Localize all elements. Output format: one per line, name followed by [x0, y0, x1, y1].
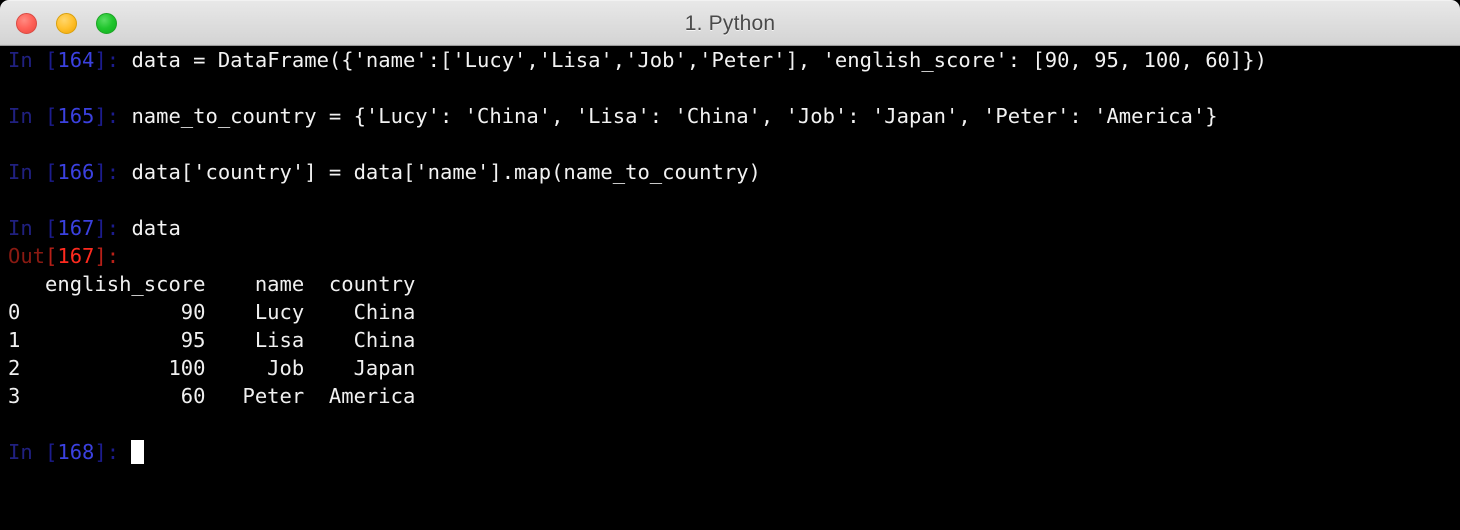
window-title: 1. Python	[684, 12, 776, 35]
terminal-input-line: In [166]: data['country'] = data['name']…	[0, 158, 1460, 186]
terminal-output-text: english_score name country	[8, 272, 416, 296]
text-cursor	[131, 440, 144, 464]
in-prompt-close-bracket: ]:	[94, 216, 132, 240]
in-prompt-number: 166	[57, 160, 95, 184]
in-prompt-close-bracket: ]:	[94, 48, 132, 72]
terminal-output-text: 0 90 Lucy China	[8, 300, 416, 324]
terminal-input-line: In [167]: data	[0, 214, 1460, 242]
terminal-input-line: In [165]: name_to_country = {'Lucy': 'Ch…	[0, 102, 1460, 130]
terminal-output-text: 3 60 Peter America	[8, 384, 416, 408]
terminal-output-line: 2 100 Job Japan	[0, 354, 1460, 382]
terminal-output-line: 0 90 Lucy China	[0, 298, 1460, 326]
in-prompt-open-bracket: [	[32, 104, 58, 128]
terminal-output-line: 1 95 Lisa China	[0, 326, 1460, 354]
in-prompt-label: In	[8, 160, 33, 184]
in-prompt-label: In	[8, 104, 33, 128]
in-prompt-close-bracket: ]:	[94, 104, 132, 128]
in-prompt-close-bracket: ]:	[94, 160, 132, 184]
terminal-output-line: 3 60 Peter America	[0, 382, 1460, 410]
in-prompt-label: In	[8, 440, 33, 464]
window-titlebar[interactable]: 1. Python	[0, 0, 1460, 46]
terminal-output-text: 2 100 Job Japan	[8, 356, 416, 380]
out-prompt-label: Out	[8, 244, 46, 268]
out-prompt-number: 167	[57, 244, 95, 268]
in-prompt-close-bracket: ]:	[94, 440, 132, 464]
in-prompt-number: 165	[57, 104, 95, 128]
in-prompt-label: In	[8, 216, 33, 240]
out-prompt-open-bracket: [	[45, 244, 58, 268]
in-prompt-open-bracket: [	[32, 216, 58, 240]
in-prompt-open-bracket: [	[32, 440, 58, 464]
terminal-input-line: In [164]: data = DataFrame({'name':['Luc…	[0, 46, 1460, 74]
terminal-code-text: data['country'] = data['name'].map(name_…	[131, 160, 761, 184]
in-prompt-number: 164	[57, 48, 95, 72]
in-prompt-number: 167	[57, 216, 95, 240]
terminal-output-line: english_score name country	[0, 270, 1460, 298]
in-prompt-label: In	[8, 48, 33, 72]
terminal-code-text: data	[131, 216, 181, 240]
terminal-output-area[interactable]: In [164]: data = DataFrame({'name':['Luc…	[0, 46, 1460, 530]
out-prompt-close-bracket: ]:	[94, 244, 120, 268]
in-prompt-open-bracket: [	[32, 160, 58, 184]
in-prompt-open-bracket: [	[32, 48, 58, 72]
terminal-code-text: name_to_country = {'Lucy': 'China', 'Lis…	[131, 104, 1218, 128]
terminal-code-text: data = DataFrame({'name':['Lucy','Lisa',…	[131, 48, 1267, 72]
terminal-output-prompt: Out[167]:	[0, 242, 1460, 270]
in-prompt-number: 168	[57, 440, 95, 464]
terminal-input-line: In [168]:	[0, 438, 1460, 466]
terminal-output-text: 1 95 Lisa China	[8, 328, 416, 352]
terminal-window: 1. Python In [164]: data = DataFrame({'n…	[0, 0, 1460, 530]
